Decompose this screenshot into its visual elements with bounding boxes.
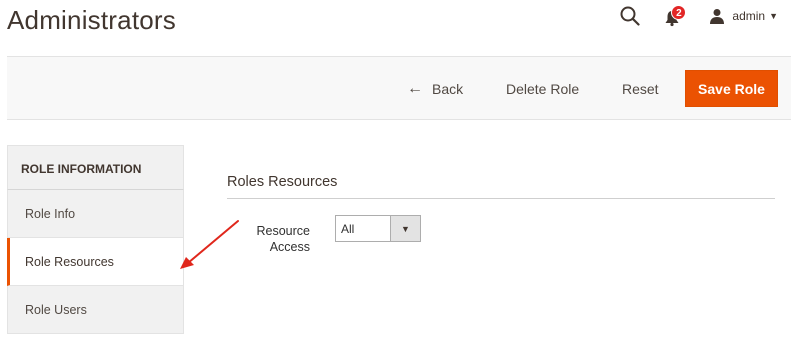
back-button[interactable]: ← Back: [407, 76, 463, 102]
arrow-left-icon: ←: [407, 80, 423, 97]
notification-count-badge: 2: [671, 5, 687, 20]
section-title: Roles Resources: [227, 174, 338, 190]
search-icon[interactable]: [619, 5, 641, 27]
save-role-button[interactable]: Save Role: [685, 70, 778, 107]
header-actions: 2 admin ▼: [619, 4, 778, 28]
user-menu[interactable]: admin ▼: [709, 8, 778, 24]
sidebar-item-role-users[interactable]: Role Users: [7, 286, 184, 334]
chevron-down-icon: ▼: [769, 11, 778, 21]
section-divider: [227, 198, 775, 199]
back-button-label: Back: [432, 81, 464, 97]
resource-access-value: All: [341, 222, 355, 236]
page-header: Administrators 2 admin ▼: [0, 0, 800, 56]
user-icon: [710, 9, 725, 24]
sidebar-item-role-resources[interactable]: Role Resources: [7, 238, 184, 286]
reset-button[interactable]: Reset: [622, 76, 659, 102]
page-actions-bar: ← Back Delete Role Reset Save Role: [7, 56, 791, 120]
sidebar-heading: ROLE INFORMATION: [7, 145, 184, 190]
role-tabs-sidebar: ROLE INFORMATION Role Info Role Resource…: [7, 145, 184, 334]
resource-access-select[interactable]: All ▼: [335, 215, 421, 242]
sidebar-item-role-info[interactable]: Role Info: [7, 190, 184, 238]
user-name: admin: [732, 9, 766, 23]
page-title: Administrators: [7, 5, 176, 35]
delete-role-button[interactable]: Delete Role: [506, 76, 579, 102]
notifications-button[interactable]: 2: [663, 5, 687, 27]
resource-access-label: Resource Access: [256, 224, 311, 254]
chevron-down-icon: ▼: [390, 216, 420, 241]
